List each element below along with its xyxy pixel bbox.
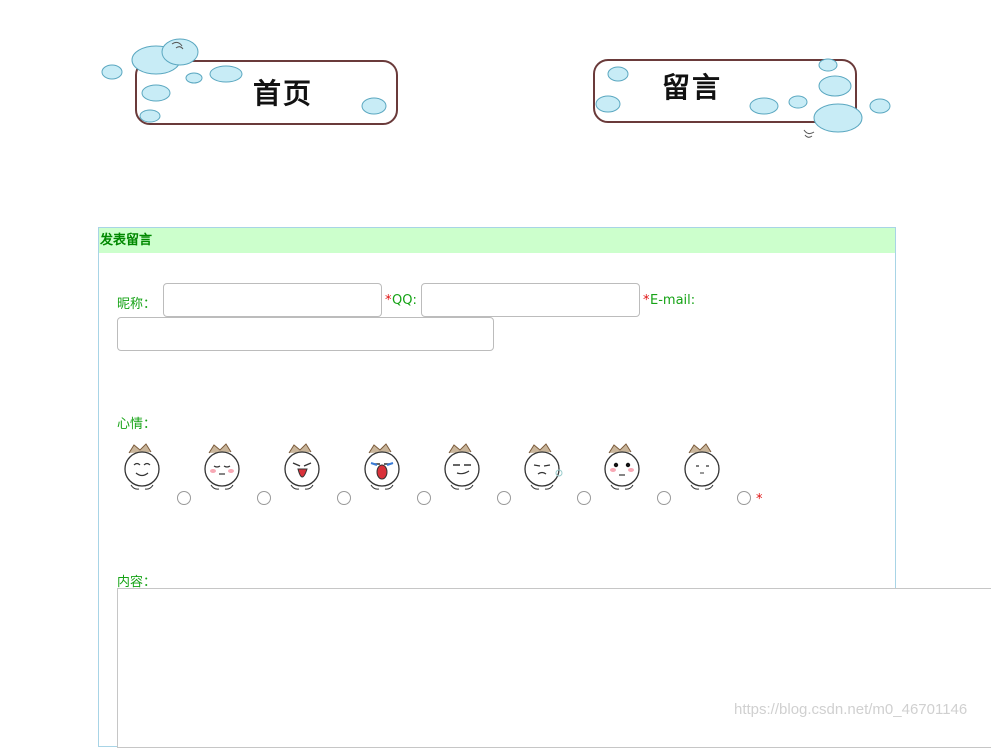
sigh-face-icon: [517, 441, 567, 493]
thinking-face-icon: [597, 441, 647, 493]
mood-radio-7[interactable]: [657, 491, 671, 505]
cloud-frame-icon: [593, 58, 891, 138]
mood-radio-4[interactable]: [417, 491, 431, 505]
panel-title: 发表留言: [99, 228, 895, 253]
mood-required-mark: *: [756, 492, 763, 507]
crying-face-icon: [357, 441, 407, 493]
shout-face-icon: [277, 441, 327, 493]
cloud-frame-icon: [101, 38, 398, 125]
mood-radio-3[interactable]: [337, 491, 351, 505]
mood-radio-6[interactable]: [577, 491, 591, 505]
content-textarea[interactable]: [117, 588, 991, 748]
mood-radio-5[interactable]: [497, 491, 511, 505]
calm-face-icon: [677, 441, 727, 493]
qq-input[interactable]: [421, 283, 640, 317]
nav-home-label: 首页: [253, 77, 314, 110]
nav-home-button[interactable]: 首页: [98, 38, 403, 130]
nickname-input[interactable]: [163, 283, 382, 317]
mood-radio-8[interactable]: [737, 491, 751, 505]
qq-label: QQ:: [392, 293, 417, 308]
nav-message-label: 留言: [662, 71, 723, 104]
nickname-label: 昵称：: [117, 297, 157, 312]
watermark-text: https://blog.csdn.net/m0_46701146: [734, 701, 968, 718]
qq-required-mark: *: [385, 293, 392, 308]
email-input[interactable]: [117, 317, 494, 351]
nav-message-button[interactable]: 留言: [590, 38, 895, 142]
happy-face-icon: [117, 441, 167, 493]
email-label: E-mail:: [650, 293, 696, 308]
email-required-mark: *: [643, 293, 650, 308]
shy-face-icon: [197, 441, 247, 493]
mood-radio-2[interactable]: [257, 491, 271, 505]
mood-radio-1[interactable]: [177, 491, 191, 505]
smirk-face-icon: [437, 441, 487, 493]
mood-label: 心情：: [117, 417, 157, 432]
